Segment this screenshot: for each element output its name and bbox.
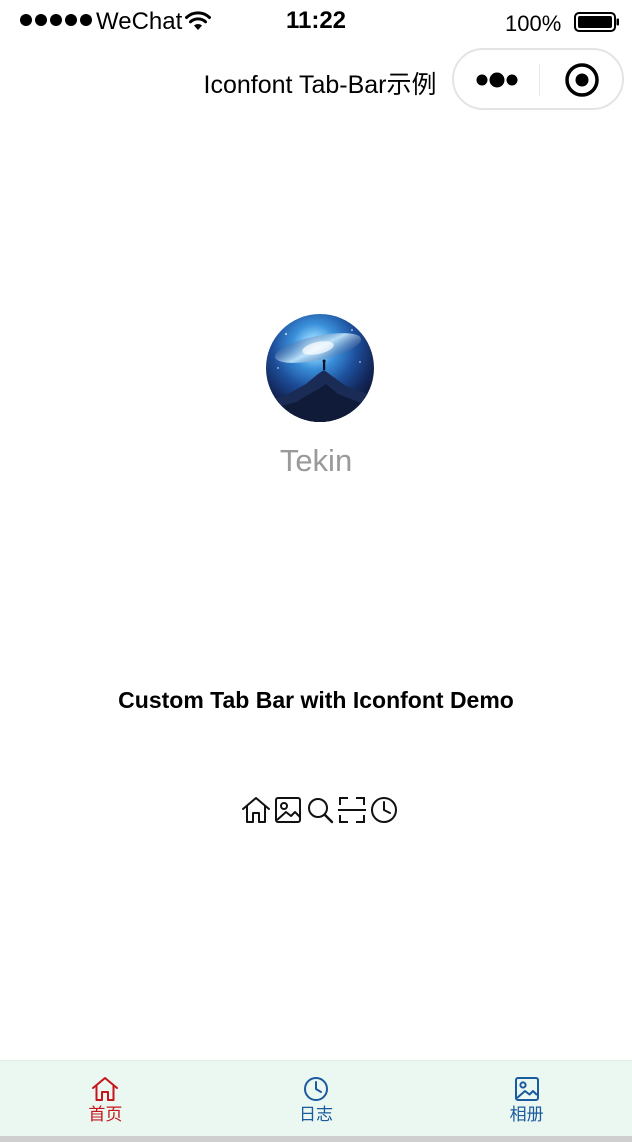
clock-icon [371,797,397,823]
username: Tekin [279,443,353,478]
more-dots-icon[interactable] [474,70,522,90]
tab-label: 首页 [88,1105,123,1125]
home-indicator-strip [0,1136,632,1142]
battery-icon [574,12,619,32]
image-icon [275,797,301,823]
screen: WeChat 11:22 100% Iconfont Tab-Bar示例 Tek… [0,0,632,1142]
tab-bar: 首页 日志 相册 [0,1060,632,1137]
clock-icon [304,1077,328,1101]
tab-label: 相册 [509,1105,544,1125]
miniprogram-capsule [452,48,624,110]
page-title: Iconfont Tab-Bar示例 [203,71,437,99]
demo-headline: Custom Tab Bar with Iconfont Demo [118,687,514,713]
tab-home[interactable]: 首页 [0,1061,211,1137]
iconfont-icon-row [240,794,400,826]
home-icon [242,797,270,823]
tab-label: 日志 [299,1105,333,1125]
close-miniprogram-icon[interactable] [564,62,600,98]
scan-icon [338,797,366,823]
home-icon [92,1077,119,1101]
status-bar: WeChat 11:22 100% [0,0,632,44]
galaxy-avatar-image [266,314,374,422]
battery-percent: 100% [505,11,562,36]
tab-album[interactable]: 相册 [421,1061,632,1137]
image-icon [514,1077,539,1101]
capsule-divider [539,64,540,96]
tab-log[interactable]: 日志 [211,1061,422,1137]
avatar [266,314,374,422]
search-icon [308,798,334,824]
